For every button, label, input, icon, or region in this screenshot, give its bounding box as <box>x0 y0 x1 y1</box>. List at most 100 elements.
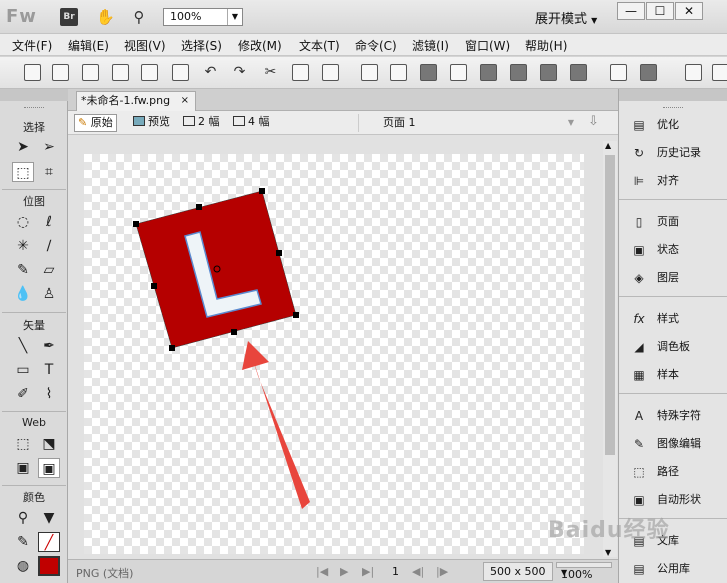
paste-icon[interactable] <box>322 64 339 81</box>
copy-icon[interactable] <box>292 64 309 81</box>
join-icon[interactable] <box>420 64 437 81</box>
panel-common-library[interactable]: ▤ 公用库 <box>619 556 727 582</box>
knife-tool[interactable]: ⌇ <box>38 384 60 404</box>
hand-icon[interactable]: ✋ <box>96 8 115 26</box>
marquee-tool[interactable]: ◌ <box>12 212 34 232</box>
workspace-switcher[interactable]: 展开模式 ▼ <box>535 8 597 27</box>
red-square-shape[interactable] <box>135 190 297 349</box>
selection-handle[interactable] <box>293 312 299 318</box>
save-icon[interactable] <box>52 64 69 81</box>
selected-shape-group[interactable] <box>133 188 299 351</box>
next-frame-icon[interactable]: |▶ <box>436 565 448 578</box>
panel-auto-shapes[interactable]: ▣ 自动形状 <box>619 487 727 513</box>
flip-icon[interactable] <box>685 64 702 81</box>
maximize-button[interactable]: ☐ <box>646 2 674 20</box>
prev-frame-icon[interactable]: ◀| <box>412 565 424 578</box>
panel-layers[interactable]: ◈ 图层 <box>619 265 727 291</box>
pencil-tool[interactable]: ✎ <box>12 260 34 280</box>
view-original-button[interactable]: ✎ 原始 <box>74 114 117 132</box>
selection-handle[interactable] <box>231 329 237 335</box>
scroll-down-icon[interactable]: ▼ <box>605 548 611 557</box>
panel-path[interactable]: ⬚ 路径 <box>619 459 727 485</box>
bring-front-icon[interactable] <box>480 64 497 81</box>
last-frame-icon[interactable]: ▶| <box>362 565 374 578</box>
zoom-icon[interactable]: ⚲ <box>130 8 148 26</box>
fill-swatch[interactable] <box>38 556 60 576</box>
selection-handle[interactable] <box>196 204 202 210</box>
brush-tool[interactable]: ∕ <box>38 236 60 256</box>
rectangle-tool[interactable]: ▭ <box>12 360 34 380</box>
open-icon[interactable] <box>82 64 99 81</box>
subselect-tool[interactable]: ➢ <box>38 137 60 157</box>
new-file-icon[interactable] <box>24 64 41 81</box>
view-2up-button[interactable]: 2 幅 <box>180 114 223 132</box>
zoom-select[interactable]: 100% ▼ <box>163 8 243 26</box>
crop-tool[interactable]: ⌗ <box>38 162 60 182</box>
scroll-thumb[interactable] <box>605 155 615 455</box>
cut-icon[interactable]: ✂ <box>262 64 279 81</box>
bridge-button[interactable]: Br <box>60 8 78 26</box>
vertical-scrollbar[interactable]: ▲ ▼ <box>603 141 617 557</box>
fill-color-icon[interactable]: ◍ <box>12 556 34 576</box>
send-backward-icon[interactable] <box>540 64 557 81</box>
panel-history[interactable]: ↻ 历史记录 <box>619 140 727 166</box>
import-icon[interactable] <box>112 64 129 81</box>
menu-file[interactable]: 文件(F) <box>12 37 52 54</box>
minimize-button[interactable]: — <box>617 2 645 20</box>
panel-align[interactable]: ⊫ 对齐 <box>619 168 727 194</box>
panel-styles[interactable]: fx 样式 <box>619 306 727 332</box>
bring-forward-icon[interactable] <box>510 64 527 81</box>
first-frame-icon[interactable]: |◀ <box>316 565 328 578</box>
panel-swatches[interactable]: ▦ 样本 <box>619 362 727 388</box>
panel-special-characters[interactable]: A 特殊字符 <box>619 403 727 429</box>
menu-text[interactable]: 文本(T) <box>299 37 340 54</box>
page-settings-icon[interactable]: ⇩ <box>588 114 599 129</box>
export-icon[interactable] <box>141 64 158 81</box>
page-select[interactable]: 页面 1 ▼ <box>358 114 580 132</box>
pen-tool[interactable]: ✒ <box>38 336 60 356</box>
show-slices-icon[interactable]: ▣ <box>38 458 60 478</box>
print-icon[interactable] <box>172 64 189 81</box>
split-icon[interactable] <box>450 64 467 81</box>
line-tool[interactable]: ╲ <box>12 336 34 356</box>
eraser-tool[interactable]: ▱ <box>38 260 60 280</box>
scale-tool[interactable]: ⬚ <box>12 162 34 182</box>
text-tool[interactable]: T <box>38 360 60 380</box>
menu-commands[interactable]: 命令(C) <box>355 37 397 54</box>
close-button[interactable]: ✕ <box>675 2 703 20</box>
menu-select[interactable]: 选择(S) <box>181 37 222 54</box>
panel-image-editing[interactable]: ✎ 图像编辑 <box>619 431 727 457</box>
view-preview-button[interactable]: 预览 <box>130 114 173 132</box>
pointer-tool[interactable]: ➤ <box>12 137 34 157</box>
scroll-up-icon[interactable]: ▲ <box>605 141 611 150</box>
selection-handle[interactable] <box>276 250 282 256</box>
stamp-tool[interactable]: ♙ <box>38 284 60 304</box>
magic-wand-tool[interactable]: ✳ <box>12 236 34 256</box>
selection-handle[interactable] <box>169 345 175 351</box>
eyedropper-tool[interactable]: ⚲ <box>12 508 34 528</box>
hide-slices-icon[interactable]: ▣ <box>12 458 34 478</box>
close-tab-icon[interactable]: × <box>181 92 189 110</box>
play-icon[interactable]: ▶ <box>340 565 348 578</box>
menu-help[interactable]: 帮助(H) <box>525 37 567 54</box>
paint-bucket-tool[interactable]: ▼ <box>38 508 60 528</box>
hotspot-tool[interactable]: ⬚ <box>12 434 34 454</box>
canvas-size[interactable]: 500 x 500 <box>483 562 553 581</box>
menu-view[interactable]: 视图(V) <box>124 37 166 54</box>
panel-pages[interactable]: ▯ 页面 <box>619 209 727 235</box>
panel-optimize[interactable]: ▤ 优化 <box>619 112 727 138</box>
panel-mixer[interactable]: ◢ 调色板 <box>619 334 727 360</box>
document-tab[interactable]: *未命名-1.fw.png × <box>76 91 196 111</box>
blur-tool[interactable]: 💧 <box>12 284 34 304</box>
menu-window[interactable]: 窗口(W) <box>465 37 510 54</box>
stroke-swatch[interactable]: ╱ <box>38 532 60 552</box>
menu-filters[interactable]: 滤镜(I) <box>412 37 449 54</box>
selection-handle[interactable] <box>133 221 139 227</box>
lasso-tool[interactable]: ℓ <box>38 212 60 232</box>
stroke-color-icon[interactable]: ✎ <box>12 532 34 552</box>
group-icon[interactable] <box>361 64 378 81</box>
undo-icon[interactable]: ↶ <box>202 64 219 81</box>
view-4up-button[interactable]: 4 幅 <box>230 114 273 132</box>
menu-modify[interactable]: 修改(M) <box>238 37 282 54</box>
selection-handle[interactable] <box>259 188 265 194</box>
